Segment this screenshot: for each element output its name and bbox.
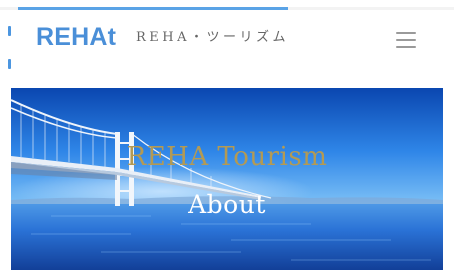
scroll-progress-bar: [18, 7, 288, 10]
hero-banner: REHA Tourism About: [11, 88, 443, 270]
hero-subtitle[interactable]: About: [11, 192, 443, 217]
site-header: REHAt REHA・ツーリズム: [0, 12, 454, 76]
menu-bar: [396, 46, 416, 48]
site-tagline: REHA・ツーリズム: [136, 30, 290, 45]
bridge-over-sea-image: [11, 88, 443, 270]
hero-title: REHA Tourism: [126, 142, 328, 172]
site-logo[interactable]: REHAt: [36, 25, 116, 50]
page: REHAt REHA・ツーリズム REHA Tourism About: [0, 0, 454, 270]
hamburger-menu-icon[interactable]: [394, 29, 420, 51]
menu-bar: [396, 32, 416, 34]
menu-bar: [396, 39, 416, 41]
